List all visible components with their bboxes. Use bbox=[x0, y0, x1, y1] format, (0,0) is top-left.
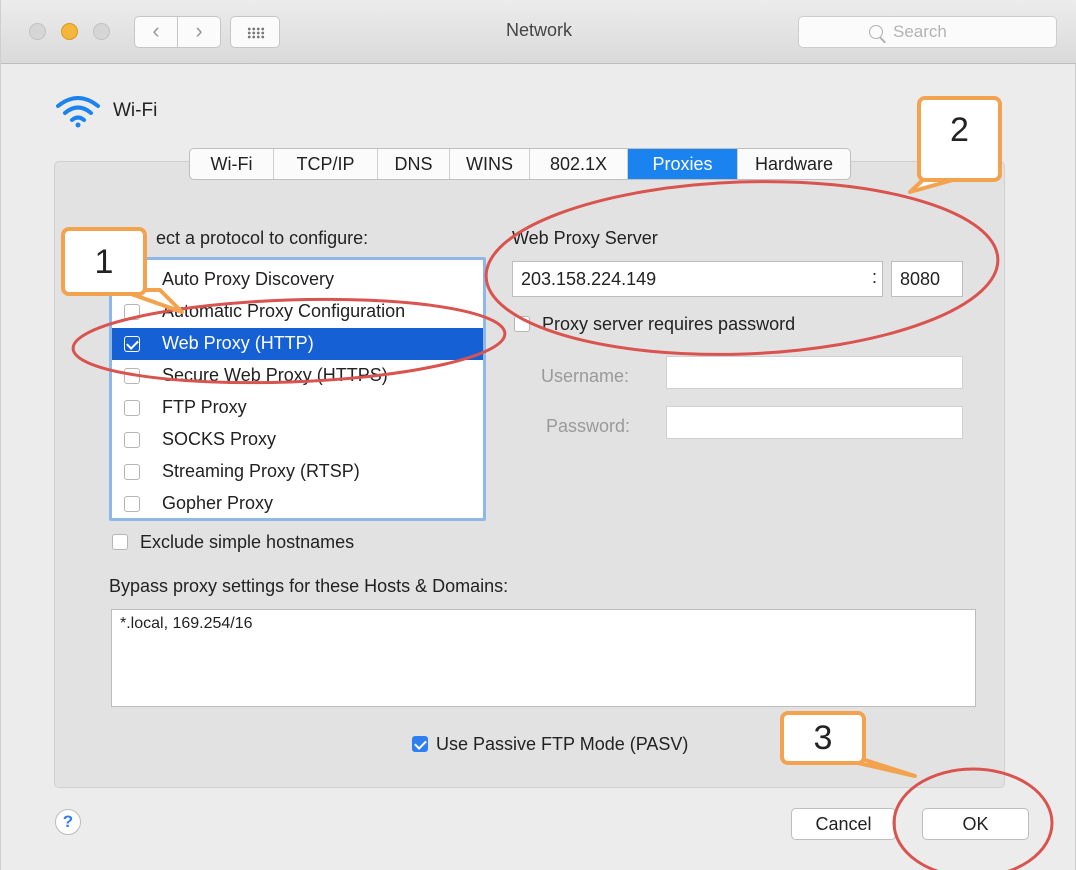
password-field[interactable] bbox=[666, 406, 963, 439]
protocol-label: Auto Proxy Discovery bbox=[162, 269, 335, 289]
title-bar: ‹ › Network Search bbox=[1, 0, 1076, 64]
protocol-item-streaming-proxy-rtsp[interactable]: Streaming Proxy (RTSP) bbox=[112, 456, 483, 488]
proxy-server-heading: Web Proxy Server bbox=[512, 228, 658, 248]
tab-dns[interactable]: DNS bbox=[378, 149, 450, 179]
protocol-list-heading: ect a protocol to configure: bbox=[156, 228, 369, 248]
passive-ftp-checkbox[interactable] bbox=[412, 736, 428, 752]
protocol-list[interactable]: Auto Proxy Discovery Automatic Proxy Con… bbox=[109, 257, 486, 521]
protocol-label: Automatic Proxy Configuration bbox=[162, 301, 406, 321]
protocol-checkbox[interactable] bbox=[124, 464, 140, 480]
callout-2: 2 bbox=[917, 96, 1002, 182]
tab-wins[interactable]: WINS bbox=[450, 149, 530, 179]
protocol-item-socks-proxy[interactable]: SOCKS Proxy bbox=[112, 424, 483, 456]
tab-tcpip[interactable]: TCP/IP bbox=[274, 149, 378, 179]
tab-8021x[interactable]: 802.1X bbox=[530, 149, 628, 179]
username-label: Username: bbox=[541, 366, 630, 386]
cancel-button[interactable]: Cancel bbox=[791, 808, 896, 840]
proxy-host-field[interactable]: 203.158.224.149 bbox=[512, 261, 883, 297]
protocol-label: FTP Proxy bbox=[162, 397, 247, 417]
requires-password-checkbox[interactable] bbox=[514, 316, 530, 332]
search-input[interactable]: Search bbox=[798, 16, 1057, 48]
protocol-item-gopher-proxy[interactable]: Gopher Proxy bbox=[112, 488, 483, 520]
protocol-checkbox[interactable] bbox=[124, 304, 140, 320]
protocol-checkbox[interactable] bbox=[124, 368, 140, 384]
help-button[interactable]: ? bbox=[55, 809, 81, 835]
protocol-checkbox[interactable] bbox=[124, 336, 140, 352]
exclude-simple-hostnames-checkbox[interactable] bbox=[112, 534, 128, 550]
proxy-port-field[interactable]: 8080 bbox=[891, 261, 963, 297]
tab-wifi[interactable]: Wi-Fi bbox=[190, 149, 274, 179]
bypass-hosts-textarea[interactable]: *.local, 169.254/16 bbox=[111, 609, 976, 707]
protocol-label: Secure Web Proxy (HTTPS) bbox=[162, 365, 388, 385]
callout-3: 3 bbox=[780, 711, 866, 765]
protocol-label: Streaming Proxy (RTSP) bbox=[162, 461, 360, 481]
protocol-label: Gopher Proxy bbox=[162, 493, 274, 513]
passive-ftp-label: Use Passive FTP Mode (PASV) bbox=[436, 734, 689, 754]
requires-password-label: Proxy server requires password bbox=[542, 314, 796, 334]
protocol-label: Web Proxy (HTTP) bbox=[162, 333, 314, 353]
protocol-item-automatic-proxy-configuration[interactable]: Automatic Proxy Configuration bbox=[112, 296, 483, 328]
protocol-item-ftp-proxy[interactable]: FTP Proxy bbox=[112, 392, 483, 424]
protocol-checkbox[interactable] bbox=[124, 400, 140, 416]
password-label: Password: bbox=[546, 416, 631, 436]
protocol-checkbox[interactable] bbox=[124, 432, 140, 448]
username-field[interactable] bbox=[666, 356, 963, 389]
search-icon bbox=[869, 25, 883, 39]
bypass-label: Bypass proxy settings for these Hosts & … bbox=[109, 576, 509, 596]
search-placeholder: Search bbox=[893, 22, 947, 41]
host-port-separator: : bbox=[872, 267, 878, 287]
tab-hardware[interactable]: Hardware bbox=[738, 149, 850, 179]
ok-button[interactable]: OK bbox=[922, 808, 1029, 840]
protocol-label: SOCKS Proxy bbox=[162, 429, 277, 449]
exclude-simple-hostnames-label: Exclude simple hostnames bbox=[140, 532, 355, 552]
interface-name: Wi-Fi bbox=[113, 100, 158, 121]
tab-proxies[interactable]: Proxies bbox=[628, 149, 738, 179]
protocol-item-auto-proxy-discovery[interactable]: Auto Proxy Discovery bbox=[112, 264, 483, 296]
tab-bar: Wi-Fi TCP/IP DNS WINS 802.1X Proxies Har… bbox=[189, 148, 851, 180]
wifi-icon bbox=[56, 96, 100, 128]
callout-1: 1 bbox=[61, 227, 147, 296]
protocol-item-web-proxy-http[interactable]: Web Proxy (HTTP) bbox=[112, 328, 483, 360]
network-preferences-window: ‹ › Network Search Wi-Fi Wi-Fi TCP/IP DN… bbox=[0, 0, 1076, 870]
protocol-checkbox[interactable] bbox=[124, 496, 140, 512]
protocol-item-secure-web-proxy-https[interactable]: Secure Web Proxy (HTTPS) bbox=[112, 360, 483, 392]
